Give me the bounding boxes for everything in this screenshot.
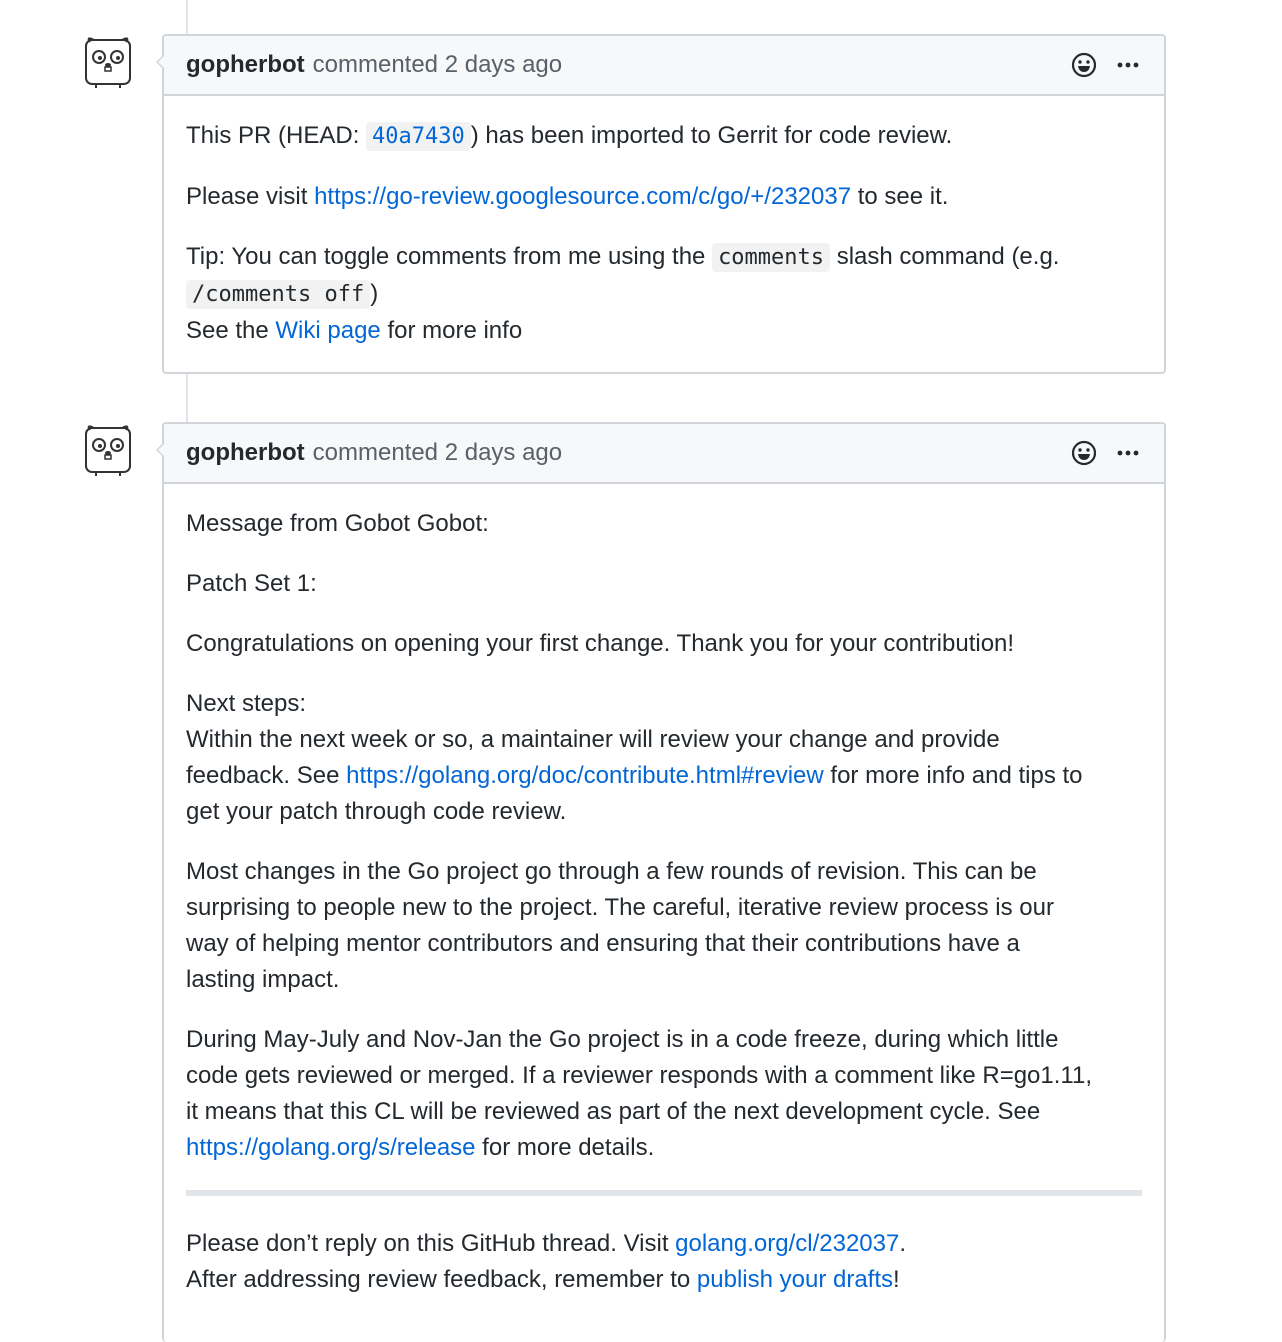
comment-action: commented bbox=[312, 51, 439, 78]
reply-prefix: Please don’t reply on this GitHub thread… bbox=[186, 1230, 676, 1257]
more-options-button[interactable] bbox=[1114, 439, 1142, 467]
author-link[interactable]: gopherbot bbox=[186, 439, 305, 466]
reply-suffix: . bbox=[899, 1230, 907, 1257]
after-suffix: ! bbox=[893, 1266, 900, 1293]
tip-paragraph: Tip: You can toggle comments from me usi… bbox=[186, 239, 1142, 349]
comment-1: gopherbot commented 2 days ago This PR (… bbox=[156, 34, 1166, 374]
see-text-prefix: See the bbox=[186, 317, 276, 344]
import-paragraph: This PR (HEAD: 40a7430) has been importe… bbox=[186, 118, 1142, 155]
add-reaction-button[interactable] bbox=[1070, 51, 1098, 79]
most-changes-paragraph: Most changes in the Go project go throug… bbox=[186, 858, 1054, 993]
visit-text-prefix: Please visit bbox=[186, 183, 315, 210]
comment-body: This PR (HEAD: 40a7430) has been importe… bbox=[164, 96, 1164, 383]
gerrit-review-link[interactable]: https://go-review.googlesource.com/c/go/… bbox=[314, 183, 851, 210]
comment-header-text: gopherbot commented 2 days ago bbox=[186, 51, 1070, 79]
comment-header: gopherbot commented 2 days ago bbox=[164, 36, 1164, 96]
comment-body: Message from Gobot Gobot: Patch Set 1: C… bbox=[164, 484, 1164, 1332]
message-from: Message from Gobot Gobot: bbox=[186, 510, 489, 537]
tip-code-comments-off: /comments off bbox=[186, 280, 371, 309]
release-link[interactable]: https://golang.org/s/release bbox=[186, 1134, 476, 1161]
avatar[interactable] bbox=[80, 422, 136, 478]
more-options-button[interactable] bbox=[1114, 51, 1142, 79]
contribute-review-link[interactable]: https://golang.org/doc/contribute.html#r… bbox=[346, 762, 824, 789]
tip-code-comments: comments bbox=[712, 243, 831, 272]
comment-2: gopherbot commented 2 days ago Message f… bbox=[156, 422, 1166, 1342]
visit-text-suffix: to see it. bbox=[851, 183, 949, 210]
kebab-horizontal-icon bbox=[1117, 450, 1139, 456]
wiki-page-link[interactable]: Wiki page bbox=[275, 317, 380, 344]
comment-header: gopherbot commented 2 days ago bbox=[164, 424, 1164, 484]
smiley-icon bbox=[1071, 440, 1097, 466]
code-freeze-paragraph: During May-July and Nov-Jan the Go proje… bbox=[186, 1022, 1094, 1166]
visit-paragraph: Please visit https://go-review.googlesou… bbox=[186, 179, 1142, 215]
congratulations-text: Congratulations on opening your first ch… bbox=[186, 630, 1015, 657]
add-reaction-button[interactable] bbox=[1070, 439, 1098, 467]
gopher-avatar-icon bbox=[85, 37, 131, 88]
cl-link[interactable]: golang.org/cl/232037 bbox=[675, 1230, 899, 1257]
after-prefix: After addressing review feedback, rememb… bbox=[186, 1266, 697, 1293]
tip-text-mid: slash command (e.g. bbox=[830, 243, 1060, 270]
comment-action: commented bbox=[312, 439, 439, 466]
comment-timestamp[interactable]: 2 days ago bbox=[445, 439, 562, 466]
publish-drafts-link[interactable]: publish your drafts bbox=[697, 1266, 893, 1293]
freeze-prefix: During May-July and Nov-Jan the Go proje… bbox=[186, 1026, 1092, 1125]
comment-header-text: gopherbot commented 2 days ago bbox=[186, 439, 1070, 467]
tip-text-close: ) bbox=[370, 280, 379, 307]
header-actions bbox=[1070, 439, 1142, 467]
gopher-avatar-icon bbox=[85, 425, 131, 476]
avatar[interactable] bbox=[80, 34, 136, 90]
commit-sha-link[interactable]: 40a7430 bbox=[366, 122, 471, 151]
comment-timestamp[interactable]: 2 days ago bbox=[445, 51, 562, 78]
kebab-horizontal-icon bbox=[1117, 62, 1139, 68]
reply-paragraph: Please don’t reply on this GitHub thread… bbox=[186, 1226, 1094, 1298]
freeze-suffix: for more details. bbox=[475, 1134, 655, 1161]
next-steps-title: Next steps: bbox=[186, 690, 307, 717]
author-link[interactable]: gopherbot bbox=[186, 51, 305, 78]
import-text-prefix: This PR (HEAD: bbox=[186, 122, 367, 149]
import-text-suffix: ) has been imported to Gerrit for code r… bbox=[470, 122, 953, 149]
timeline-line-top bbox=[186, 0, 188, 34]
next-steps-paragraph: Next steps: Within the next week or so, … bbox=[186, 686, 1094, 830]
divider bbox=[186, 1190, 1142, 1196]
tip-text-prefix: Tip: You can toggle comments from me usi… bbox=[186, 243, 713, 270]
see-text-suffix: for more info bbox=[380, 317, 523, 344]
header-actions bbox=[1070, 51, 1142, 79]
smiley-icon bbox=[1071, 52, 1097, 78]
patch-set: Patch Set 1: bbox=[186, 570, 317, 597]
